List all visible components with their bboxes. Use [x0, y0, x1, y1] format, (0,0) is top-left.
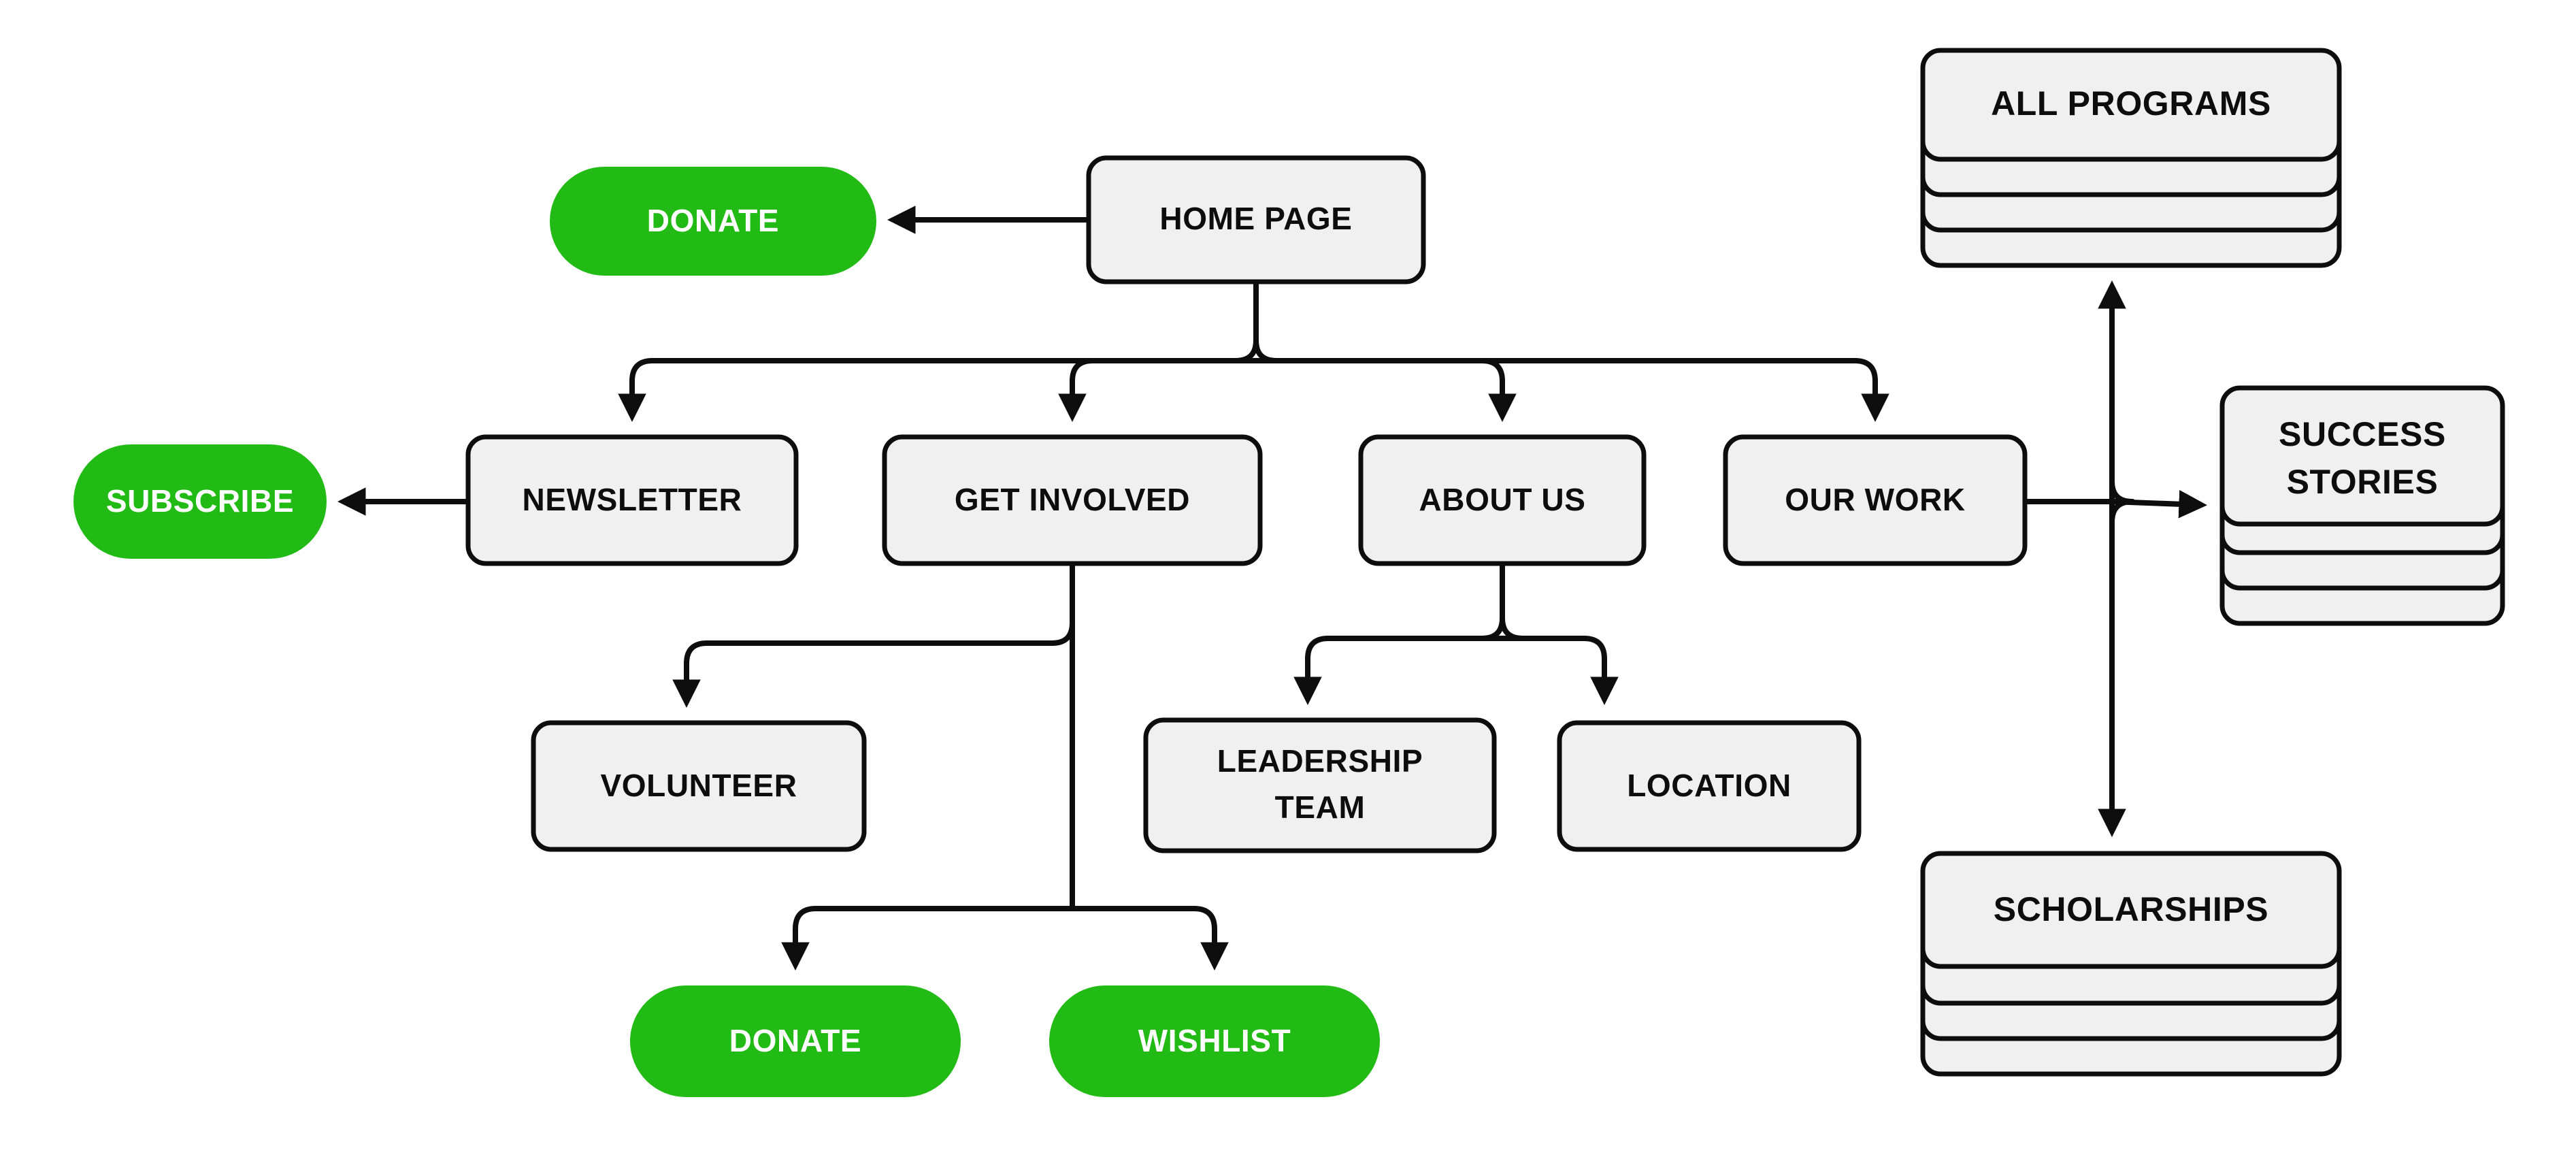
node-our-work[interactable]: OUR WORK — [1723, 434, 2028, 566]
node-leadership-team-label-line2: TEAM — [1275, 789, 1366, 825]
edge-home-to-get-involved — [1058, 358, 1236, 423]
node-all-programs-label: ALL PROGRAMS — [1991, 84, 2271, 123]
node-newsletter[interactable]: NEWSLETTER — [465, 434, 799, 566]
node-wishlist-label: WISHLIST — [1138, 1023, 1291, 1058]
diagram-canvas: DONATE HOME PAGE ALL PROGRAMS SUCCESS ST… — [73, 48, 2505, 1097]
node-home-page[interactable]: HOME PAGE — [1086, 155, 1426, 284]
node-volunteer-label: VOLUNTEER — [600, 768, 797, 803]
connector-layer — [337, 206, 2207, 971]
node-our-work-label: OUR WORK — [1785, 482, 1965, 517]
node-donate-bottom-label: DONATE — [729, 1023, 861, 1058]
node-about-us[interactable]: ABOUT US — [1358, 434, 1647, 566]
node-donate-top-label: DONATE — [647, 203, 779, 238]
edge-home-to-our-work — [1276, 358, 1889, 423]
node-wishlist[interactable]: WISHLIST — [1049, 985, 1380, 1097]
node-success-stories-shape[interactable] — [2219, 385, 2505, 527]
node-donate-bottom[interactable]: DONATE — [630, 985, 961, 1097]
node-success-stories-label-line2: STORIES — [2287, 463, 2439, 501]
edge-home-to-about-us — [1276, 358, 1517, 423]
node-get-involved[interactable]: GET INVOLVED — [882, 434, 1263, 566]
node-success-stories-label-line1: SUCCESS — [2279, 415, 2446, 453]
node-about-us-label: ABOUT US — [1419, 482, 1585, 517]
node-success-stories[interactable]: SUCCESS STORIES — [2219, 385, 2505, 626]
edge-about-us-trunk — [1479, 564, 1525, 641]
edge-home-to-newsletter — [618, 358, 1236, 423]
node-volunteer[interactable]: VOLUNTEER — [531, 720, 867, 852]
edge-our-work-to-scholarships — [2098, 499, 2135, 838]
edge-get-involved-to-volunteer — [672, 622, 1075, 708]
sitemap-diagram: DONATE HOME PAGE ALL PROGRAMS SUCCESS ST… — [0, 0, 2576, 1174]
edge-get-involved-to-wishlist — [1072, 906, 1229, 971]
edge-home-trunk — [1233, 282, 1279, 363]
node-subscribe[interactable]: SUBSCRIBE — [73, 444, 327, 559]
edge-about-us-to-leadership — [1293, 636, 1482, 706]
node-scholarships[interactable]: SCHOLARSHIPS — [1920, 851, 2342, 1077]
node-location[interactable]: LOCATION — [1557, 720, 1862, 852]
node-scholarships-label: SCHOLARSHIPS — [1994, 890, 2268, 928]
node-all-programs[interactable]: ALL PROGRAMS — [1920, 48, 2342, 268]
node-newsletter-label: NEWSLETTER — [523, 482, 742, 517]
edge-our-work-to-all-programs — [2098, 280, 2135, 504]
edge-get-involved-to-donate — [781, 906, 1072, 971]
node-get-involved-label: GET INVOLVED — [955, 482, 1190, 517]
node-home-page-label: HOME PAGE — [1159, 201, 1352, 236]
node-leadership-team[interactable]: LEADERSHIP TEAM — [1143, 717, 1497, 853]
node-donate-top[interactable]: DONATE — [550, 167, 876, 276]
edge-about-us-to-location — [1523, 636, 1619, 706]
node-leadership-team-label-line1: LEADERSHIP — [1217, 743, 1423, 779]
node-subscribe-label: SUBSCRIBE — [106, 483, 294, 519]
node-location-label: LOCATION — [1627, 768, 1791, 803]
node-leadership-team-shape[interactable] — [1143, 717, 1497, 853]
